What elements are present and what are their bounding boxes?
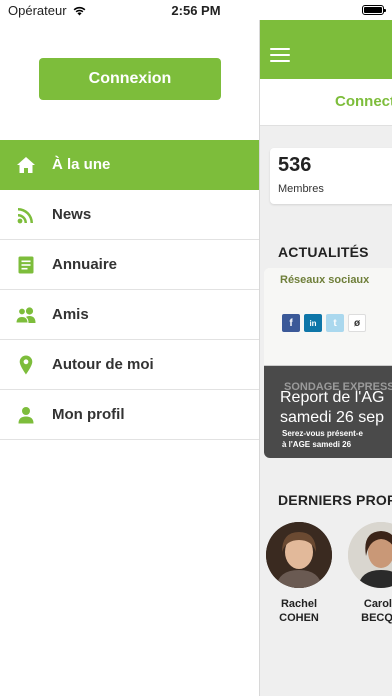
profile-last-name: COHEN xyxy=(279,611,319,624)
profile-card[interactable]: Rachel COHEN xyxy=(260,522,344,626)
directory-icon xyxy=(0,256,52,274)
members-count: 536 xyxy=(278,154,312,176)
status-bar: Opérateur 2:56 PM xyxy=(0,0,392,20)
profiles-section-title: DERNIERS PROF xyxy=(278,492,392,508)
menu-list: À la une News Annuaire Amis Autour de mo… xyxy=(0,140,259,440)
news-subtext: Serez-vous présent-e à l'AGE samedi 26 xyxy=(282,428,363,450)
profile-name: Carole BECQU xyxy=(336,598,392,626)
menu-item-label: Amis xyxy=(52,306,89,323)
viadeo-icon: ø xyxy=(348,314,366,332)
news-headline: Report de l'AG samedi 26 sep xyxy=(280,388,384,428)
menu-item-label: Mon profil xyxy=(52,406,125,423)
members-card[interactable]: 536 Membres xyxy=(270,148,392,204)
avatar xyxy=(348,522,392,588)
app-header xyxy=(260,20,392,79)
friends-icon xyxy=(0,306,52,324)
hamburger-menu-icon[interactable] xyxy=(270,48,290,62)
menu-item-label: Autour de moi xyxy=(52,356,154,373)
menu-item-friends[interactable]: Amis xyxy=(0,290,259,340)
profile-last-name: BECQU xyxy=(361,611,392,624)
news-image-caption: Réseaux sociaux xyxy=(280,274,370,286)
news-headline-line1: Report de l'AG xyxy=(280,389,385,406)
menu-item-label: News xyxy=(52,206,92,223)
news-card[interactable]: Réseaux sociaux f in t ø SONDAGE EXPRESS… xyxy=(264,268,392,458)
menu-item-home[interactable]: À la une xyxy=(0,140,259,190)
location-pin-icon xyxy=(0,355,52,375)
members-label: Membres xyxy=(278,183,324,195)
twitter-icon: t xyxy=(326,314,344,332)
linkedin-icon: in xyxy=(304,314,322,332)
profile-card[interactable]: Carole BECQU xyxy=(336,522,392,626)
battery-icon xyxy=(362,5,386,15)
profile-name: Rachel COHEN xyxy=(260,598,344,626)
side-menu: Connexion À la une News Annuaire Amis Au… xyxy=(0,20,259,696)
profile-first-name: Carole xyxy=(363,598,392,610)
home-icon xyxy=(0,156,52,174)
news-headline-line2: samedi 26 sep xyxy=(280,409,385,426)
news-subtext-line2: à l'AGE samedi 26 xyxy=(282,440,352,450)
menu-item-nearby[interactable]: Autour de moi xyxy=(0,340,259,390)
news-image-bottom: SONDAGE EXPRESS Report de l'AG samedi 26… xyxy=(264,366,392,458)
user-icon xyxy=(0,406,52,424)
rss-icon xyxy=(0,206,52,224)
avatar xyxy=(266,522,332,588)
facebook-icon: f xyxy=(282,314,300,332)
menu-item-label: À la une xyxy=(52,156,111,173)
news-section-title: ACTUALITÉS xyxy=(278,244,369,260)
menu-item-label: Annuaire xyxy=(52,256,118,273)
news-image-top: Réseaux sociaux f in t ø xyxy=(264,268,392,366)
menu-item-directory[interactable]: Annuaire xyxy=(0,240,259,290)
status-time: 2:56 PM xyxy=(171,3,221,18)
profile-first-name: Rachel xyxy=(280,598,318,610)
main-panel[interactable]: Connect 536 Membres ACTUALITÉS Réseaux s… xyxy=(259,20,392,696)
connect-text: Connect xyxy=(335,93,392,110)
login-button[interactable]: Connexion xyxy=(39,58,221,100)
menu-item-profile[interactable]: Mon profil xyxy=(0,390,259,440)
social-icons: f in t ø xyxy=(282,314,366,332)
news-subtext-line1: Serez-vous présent-e xyxy=(282,429,363,438)
menu-item-news[interactable]: News xyxy=(0,190,259,240)
connect-banner[interactable]: Connect xyxy=(260,79,392,126)
